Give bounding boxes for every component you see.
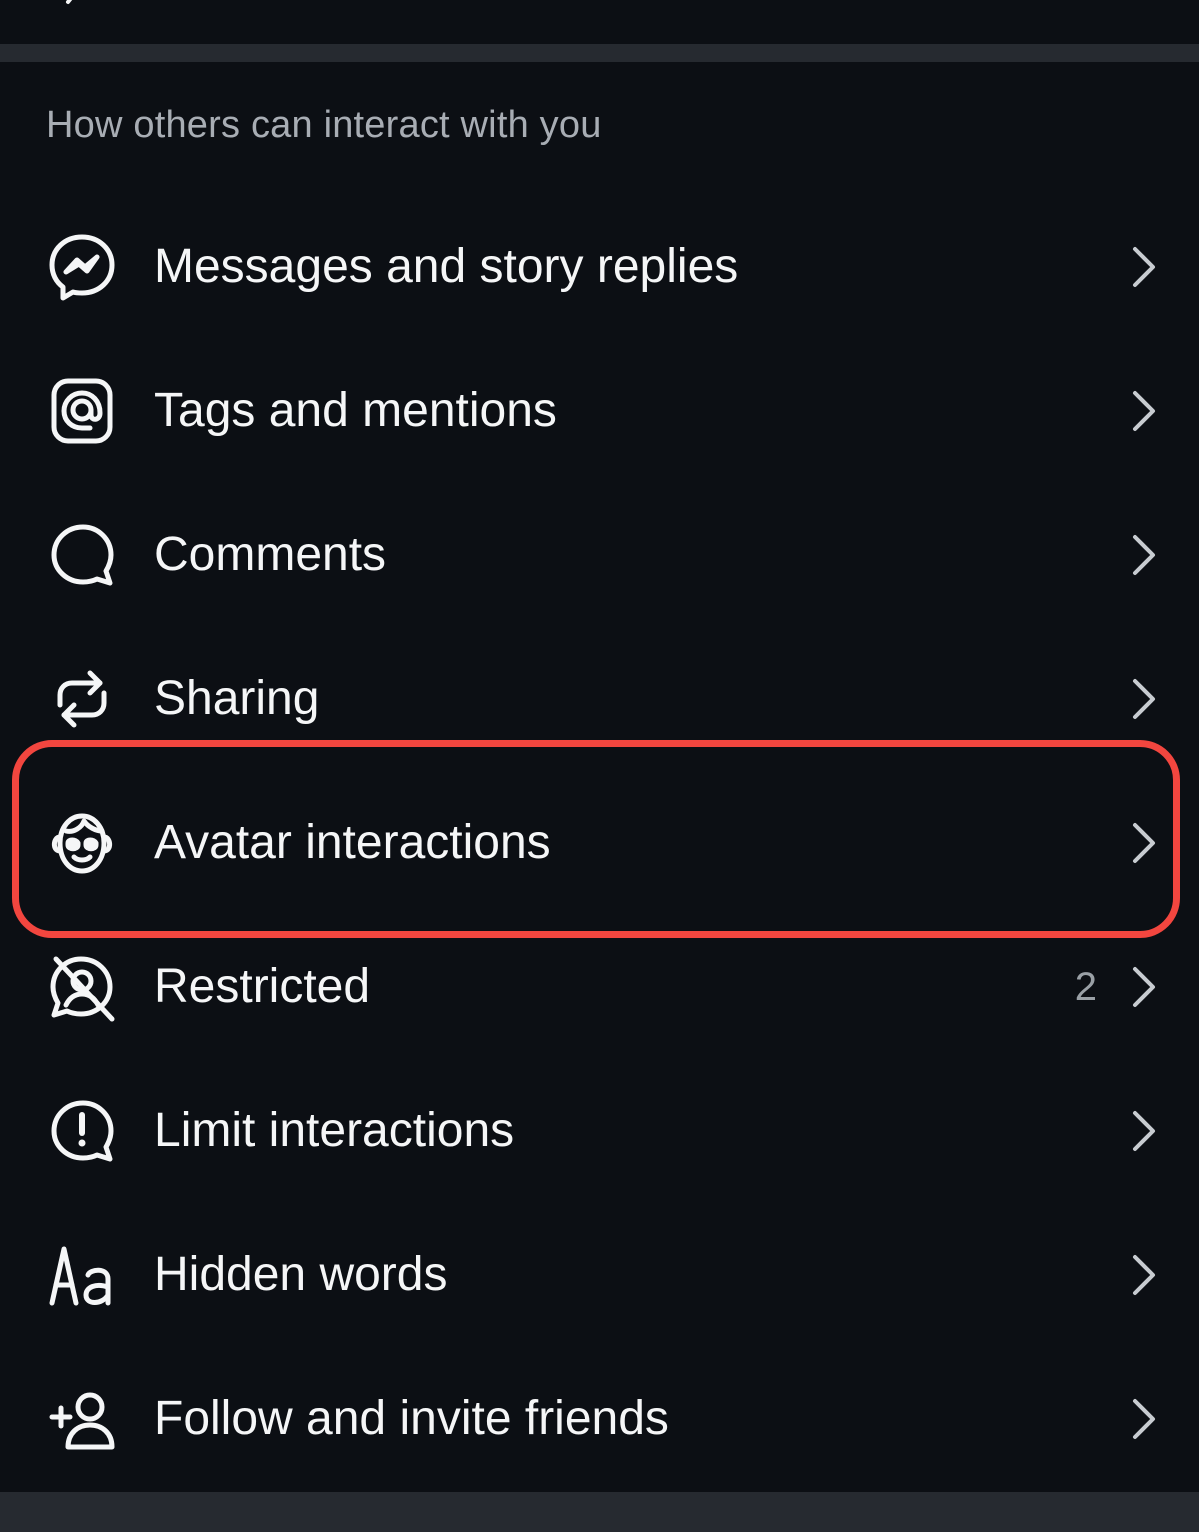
restricted-count: 2 bbox=[1074, 965, 1097, 1009]
section-divider-bottom bbox=[0, 1492, 1199, 1532]
section-title: How others can interact with you bbox=[46, 104, 602, 146]
chevron-right-icon bbox=[1129, 1253, 1159, 1297]
settings-row-restricted[interactable]: Restricted 2 bbox=[0, 915, 1199, 1059]
settings-row-messages[interactable]: Messages and story replies bbox=[0, 195, 1199, 339]
row-label: Limit interactions bbox=[154, 1104, 515, 1157]
settings-row-avatar-interactions[interactable]: Avatar interactions bbox=[0, 771, 1199, 915]
settings-row-tags[interactable]: Tags and mentions bbox=[0, 339, 1199, 483]
chevron-right-icon bbox=[1129, 389, 1159, 433]
restricted-icon bbox=[46, 951, 118, 1023]
chevron-right-icon bbox=[1129, 245, 1159, 289]
row-label: Avatar interactions bbox=[154, 816, 551, 869]
chevron-right-icon bbox=[1129, 1109, 1159, 1153]
settings-row-hidden-words[interactable]: Hidden words bbox=[0, 1203, 1199, 1347]
row-label: Tags and mentions bbox=[154, 384, 557, 437]
text-aa-icon bbox=[46, 1239, 118, 1311]
section-divider bbox=[0, 44, 1199, 62]
row-label: Hidden words bbox=[154, 1248, 448, 1301]
chevron-right-icon bbox=[1129, 1397, 1159, 1441]
settings-list: Messages and story replies Tags and ment… bbox=[0, 195, 1199, 1491]
interaction-settings-screen: How others can interact with you Message… bbox=[0, 0, 1199, 1532]
chevron-right-icon bbox=[1129, 965, 1159, 1009]
alert-bubble-icon bbox=[46, 1095, 118, 1167]
messenger-icon bbox=[46, 231, 118, 303]
row-label: Restricted bbox=[154, 960, 371, 1013]
chevron-right-icon bbox=[1129, 677, 1159, 721]
settings-row-follow-invite[interactable]: Follow and invite friends bbox=[0, 1347, 1199, 1491]
row-label: Follow and invite friends bbox=[154, 1392, 669, 1445]
chevron-right-icon bbox=[1129, 533, 1159, 577]
row-label: Messages and story replies bbox=[154, 240, 739, 293]
back-arrow-icon-partial[interactable] bbox=[62, 0, 82, 6]
add-person-icon bbox=[46, 1383, 118, 1455]
at-sign-icon bbox=[46, 375, 118, 447]
settings-row-limit-interactions[interactable]: Limit interactions bbox=[0, 1059, 1199, 1203]
row-label: Sharing bbox=[154, 672, 320, 725]
comment-bubble-icon bbox=[46, 519, 118, 591]
settings-row-sharing[interactable]: Sharing bbox=[0, 627, 1199, 771]
repost-icon bbox=[46, 663, 118, 735]
chevron-right-icon bbox=[1129, 821, 1159, 865]
avatar-face-icon bbox=[46, 807, 118, 879]
row-label: Comments bbox=[154, 528, 387, 581]
settings-row-comments[interactable]: Comments bbox=[0, 483, 1199, 627]
